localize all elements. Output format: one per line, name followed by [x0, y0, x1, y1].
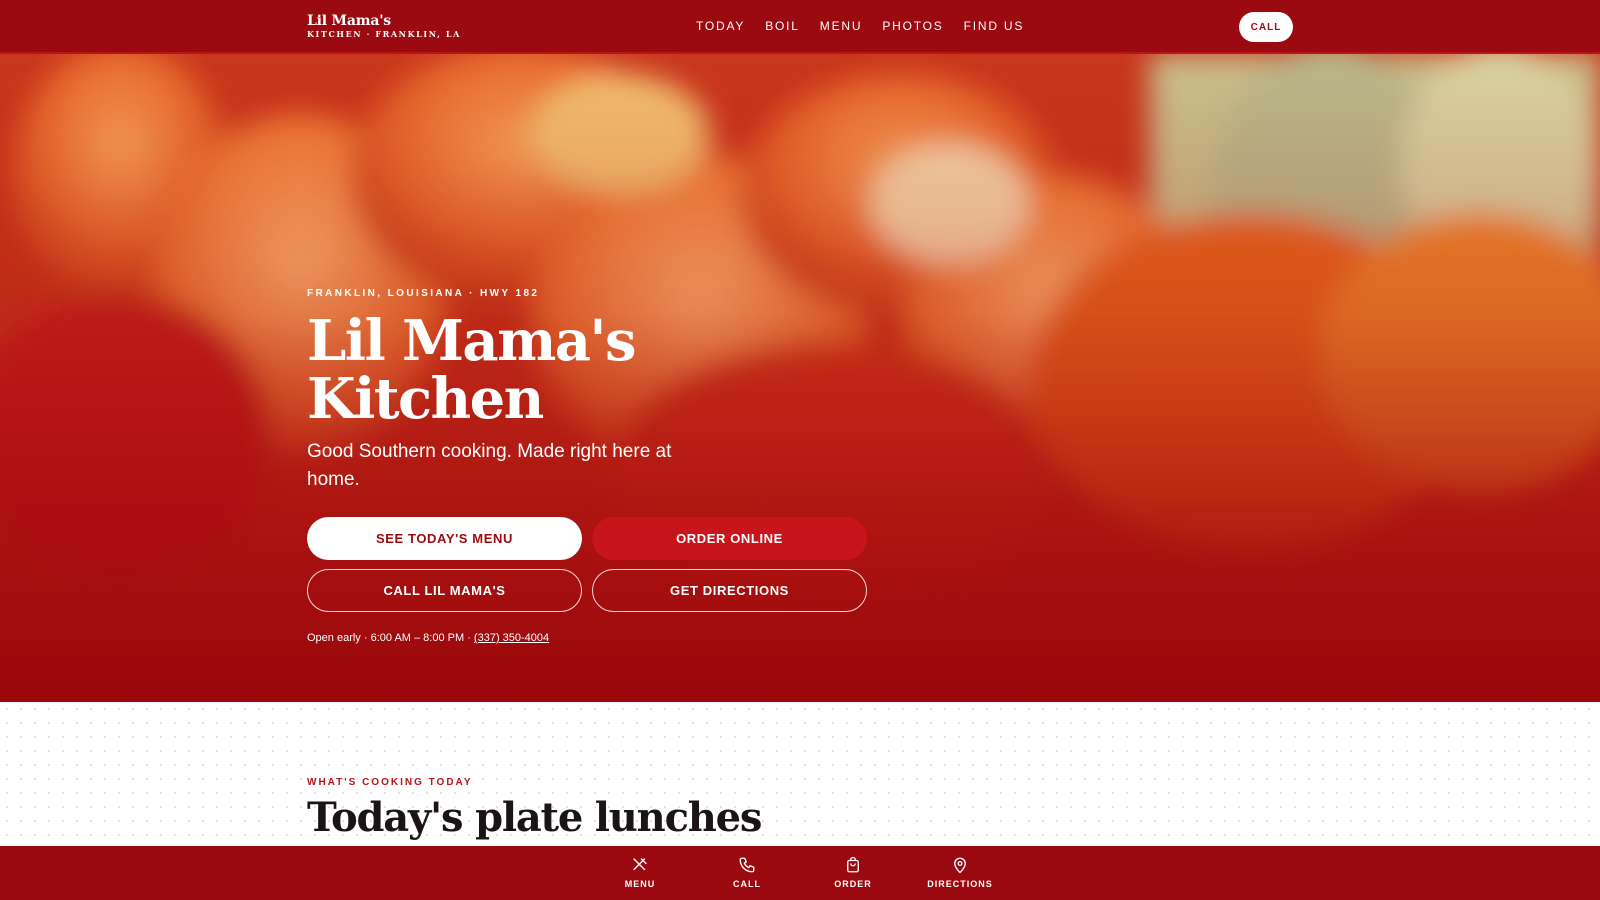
hero-title: Lil Mama's Kitchen: [307, 308, 637, 432]
map-pin-icon: [954, 857, 966, 874]
nav-photos[interactable]: PHOTOS: [882, 19, 943, 33]
header-call-button[interactable]: CALL: [1239, 12, 1293, 42]
see-todays-menu-button[interactable]: SEE TODAY'S MENU: [307, 517, 582, 560]
bottom-nav: MENU CALL ORDER DIRECTIONS: [0, 846, 1600, 900]
brand-logo[interactable]: Lil Mama's KITCHEN · FRANKLIN, LA: [307, 13, 461, 40]
hours-text: Open early · 6:00 AM – 8:00 PM ·: [307, 632, 474, 644]
main-nav: TODAY BOIL MENU PHOTOS FIND US: [696, 19, 1024, 33]
bottom-nav-call-label: CALL: [733, 879, 761, 889]
hero-tagline: Good Southern cooking. Made right here a…: [307, 441, 672, 490]
bottom-nav-call[interactable]: CALL: [702, 856, 792, 889]
nav-menu[interactable]: MENU: [820, 19, 863, 33]
bottom-nav-order-label: ORDER: [834, 879, 872, 889]
utensils-icon: [633, 858, 647, 871]
nav-find-us[interactable]: FIND US: [964, 19, 1025, 33]
bottom-nav-directions-label: DIRECTIONS: [927, 879, 993, 889]
brand-subtitle: KITCHEN · FRANKLIN, LA: [307, 29, 461, 39]
phone-link[interactable]: (337) 350-4004: [474, 632, 549, 644]
site-header: Lil Mama's KITCHEN · FRANKLIN, LA TODAY …: [0, 0, 1600, 54]
hero-section: FRANKLIN, LOUISIANA · HWY 182 Lil Mama's…: [0, 54, 1600, 702]
bottom-nav-menu[interactable]: MENU: [595, 856, 685, 889]
nav-boil[interactable]: BOIL: [765, 19, 800, 33]
nav-today[interactable]: TODAY: [696, 19, 745, 33]
call-lil-mamas-button[interactable]: CALL LIL MAMA'S: [307, 569, 582, 612]
phone-icon: [739, 857, 755, 873]
brand-name: Lil Mama's: [307, 13, 391, 29]
order-online-button[interactable]: ORDER ONLINE: [592, 517, 867, 560]
bottom-nav-menu-label: MENU: [624, 879, 656, 889]
get-directions-button[interactable]: GET DIRECTIONS: [592, 569, 867, 612]
section-title: Today's plate lunches: [307, 794, 762, 841]
todays-menu-section: WHAT'S COOKING TODAY Today's plate lunch…: [0, 702, 1600, 846]
section-eyebrow: WHAT'S COOKING TODAY: [307, 777, 473, 788]
bag-icon: [847, 856, 859, 873]
hero-eyebrow: FRANKLIN, LOUISIANA · HWY 182: [307, 288, 540, 299]
bottom-nav-order[interactable]: ORDER: [808, 856, 898, 889]
hours-line: Open early · 6:00 AM – 8:00 PM · (337) 3…: [307, 632, 549, 644]
bottom-nav-directions[interactable]: DIRECTIONS: [915, 856, 1005, 889]
